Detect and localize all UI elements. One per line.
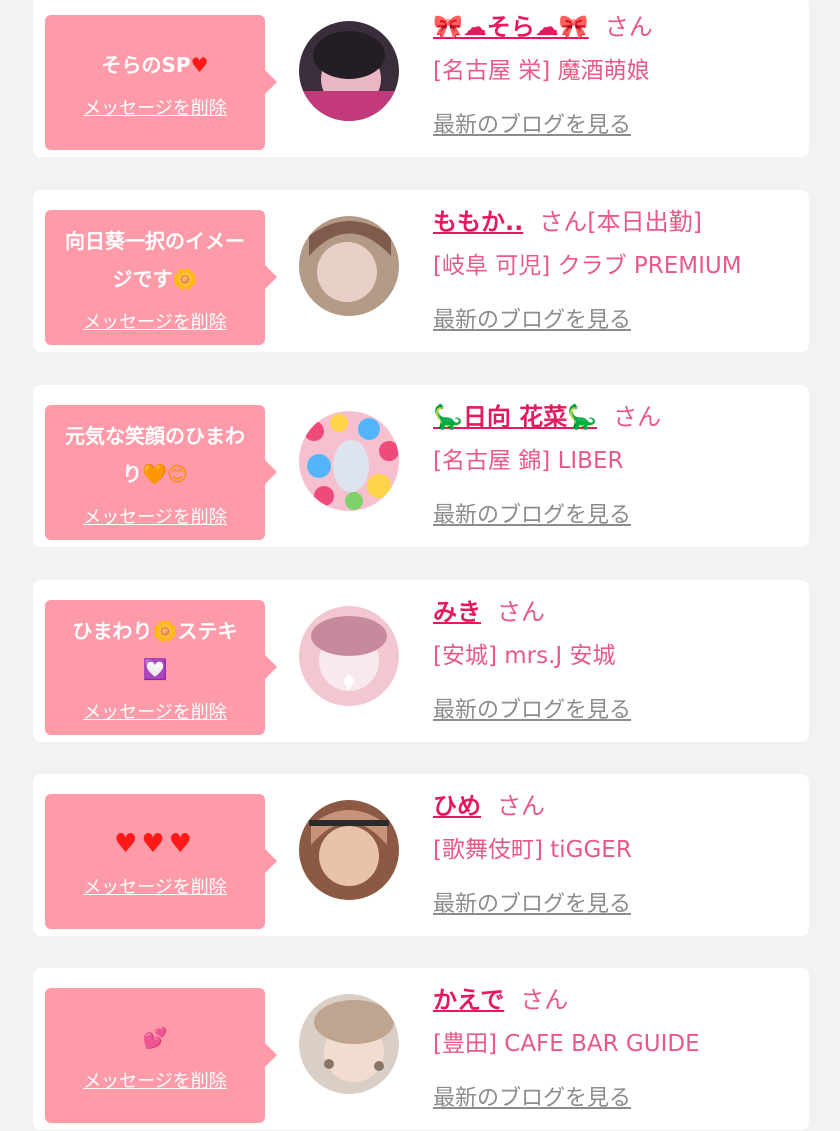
message-bubble: 💕 メッセージを削除 (45, 988, 277, 1123)
message-bubble: そらのSP♥ メッセージを削除 (45, 15, 277, 150)
orange-heart-smile-icon: 🧡😊 (142, 461, 188, 486)
message-bubble: 元気な笑顔のひまわり🧡😊 メッセージを削除 (45, 405, 277, 540)
avatar[interactable] (299, 606, 399, 706)
delete-message-link[interactable]: メッセージを削除 (83, 308, 227, 334)
list-item: ♥♥♥ メッセージを削除 ひめ さん [歌舞伎町] tiGGER 最新のブログを見… (33, 774, 809, 936)
shop-label: [歌舞伎町] tiGGER (433, 837, 632, 863)
honorific: さん (613, 403, 662, 431)
list-item: そらのSP♥ メッセージを削除 🎀☁そら☁🎀 さん [名古屋 栄] 魔酒萌娘 最新… (33, 0, 809, 157)
avatar[interactable] (299, 800, 399, 900)
latest-blog-link[interactable]: 最新のブログを見る (433, 1080, 631, 1112)
message-bubble: ひまわり🌼ステキ 💟 メッセージを削除 (45, 600, 277, 735)
list-item: 元気な笑顔のひまわり🧡😊 メッセージを削除 🦕日向 花菜🦕 さん [名古屋 錦] … (33, 385, 809, 547)
status-badge: [本日出勤] (587, 208, 702, 236)
honorific: さん (539, 208, 588, 236)
heart-decoration-icon: 💟 (142, 656, 168, 681)
message-text: 向日葵一択のイメージです🌼 (65, 228, 245, 291)
shop-label: [岐阜 可児] クラブ PREMIUM (433, 253, 742, 279)
list-item: 向日葵一択のイメージです🌼 メッセージを削除 ももか.. さん[本日出勤] [岐阜… (33, 190, 809, 352)
honorific: さん (604, 13, 653, 41)
delete-message-link[interactable]: メッセージを削除 (83, 94, 227, 120)
message-list: そらのSP♥ メッセージを削除 🎀☁そら☁🎀 さん [名古屋 栄] 魔酒萌娘 最新… (0, 0, 840, 1131)
user-name-link[interactable]: かえで (433, 986, 504, 1014)
user-name-link[interactable]: 🎀☁そら☁🎀 (433, 13, 589, 41)
hearts-icon: ♥♥♥ (114, 828, 196, 859)
two-hearts-icon: 💕 (142, 1025, 168, 1050)
avatar[interactable] (299, 994, 399, 1094)
shop-label: [安城] mrs.J 安城 (433, 643, 616, 669)
delete-message-link[interactable]: メッセージを削除 (83, 698, 227, 724)
shop-label: [豊田] CAFE BAR GUIDE (433, 1031, 700, 1057)
avatar[interactable] (299, 411, 399, 511)
delete-message-link[interactable]: メッセージを削除 (83, 1067, 227, 1093)
user-name-link[interactable]: みき (433, 598, 481, 626)
delete-message-link[interactable]: メッセージを削除 (83, 503, 227, 529)
honorific: さん (520, 986, 569, 1014)
list-item: 💕 メッセージを削除 かえで さん [豊田] CAFE BAR GUIDE 最新の… (33, 968, 809, 1130)
avatar[interactable] (299, 21, 399, 121)
message-text: ♥♥♥ (100, 825, 210, 863)
message-bubble: 向日葵一択のイメージです🌼 メッセージを削除 (45, 210, 277, 345)
avatar[interactable] (299, 216, 399, 316)
message-text: ひまわり🌼ステキ 💟 (72, 618, 238, 681)
message-bubble: ♥♥♥ メッセージを削除 (45, 794, 277, 929)
sunflower-icon: 🌼 (172, 266, 198, 291)
honorific: さん (497, 598, 545, 626)
message-text: 元気な笑顔のひまわり🧡😊 (65, 423, 245, 486)
latest-blog-link[interactable]: 最新のブログを見る (433, 497, 631, 529)
delete-message-link[interactable]: メッセージを削除 (83, 873, 227, 899)
latest-blog-link[interactable]: 最新のブログを見る (433, 692, 631, 724)
shop-label: [名古屋 栄] 魔酒萌娘 (433, 58, 650, 84)
user-name-link[interactable]: ひめ (433, 792, 481, 820)
honorific: さん (497, 792, 545, 820)
shop-label: [名古屋 錦] LIBER (433, 448, 624, 474)
heart-icon: ♥ (190, 52, 209, 77)
latest-blog-link[interactable]: 最新のブログを見る (433, 886, 631, 918)
latest-blog-link[interactable]: 最新のブログを見る (433, 107, 631, 139)
user-name-link[interactable]: 🦕日向 花菜🦕 (433, 403, 597, 431)
message-text: 💕 (129, 1019, 182, 1057)
latest-blog-link[interactable]: 最新のブログを見る (433, 302, 631, 334)
message-text: そらのSP♥ (101, 52, 209, 77)
list-item: ひまわり🌼ステキ 💟 メッセージを削除 みき さん [安城] mrs.J 安城 最新… (33, 580, 809, 742)
user-name-link[interactable]: ももか.. (433, 208, 523, 236)
